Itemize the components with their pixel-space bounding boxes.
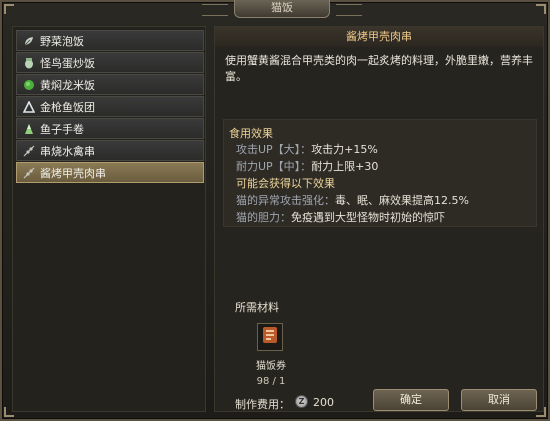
effect-key: 攻击UP【大】：: [236, 143, 312, 156]
ticket-icon: [261, 325, 279, 349]
effects-heading: 食用效果: [229, 127, 273, 140]
list-item-waterfowl-skewer[interactable]: 串烧水禽串: [16, 140, 204, 161]
detail-panel: 酱烤甲壳肉串 使用蟹黄酱混合甲壳类的肉一起炙烤的料理，外脆里嫩，营养丰富。 食用…: [214, 26, 544, 412]
list-item-wild-vegetable-rice[interactable]: 野菜泡饭: [16, 30, 204, 51]
effect-key: 耐力UP【中】：: [236, 160, 312, 173]
detail-description: 使用蟹黄酱混合甲壳类的肉一起炙烤的料理，外脆里嫩，营养丰富。: [225, 54, 533, 83]
list-item-label: 金枪鱼饭团: [40, 100, 95, 114]
cancel-button[interactable]: 取消: [461, 389, 537, 411]
zenny-coin-icon: Z: [295, 395, 308, 408]
list-item-braised-rice[interactable]: 黄焖龙米饭: [16, 74, 204, 95]
list-item-label: 鱼子手卷: [40, 122, 84, 136]
possible-effect-line: 猫的异常攻击强化：毒、眠、麻效果提高12.5%: [236, 192, 469, 208]
effect-value: 耐力上限+30: [311, 160, 379, 173]
material-slot[interactable]: [257, 323, 283, 351]
list-item-egg-fried-rice[interactable]: 怪鸟蛋炒饭: [16, 52, 204, 73]
frame-corner: [4, 4, 14, 14]
effect-value: 免疫遇到大型怪物时初始的惊吓: [291, 211, 445, 224]
hand-roll-icon: [22, 122, 36, 136]
list-item-roe-hand-roll[interactable]: 鱼子手卷: [16, 118, 204, 139]
window-title: 猫饭: [234, 0, 330, 18]
skewer-icon: [22, 144, 36, 158]
possible-effect-line: 猫的胆力：免疫遇到大型怪物时初始的惊吓: [236, 209, 445, 225]
food-list: 野菜泡饭 怪鸟蛋炒饭 黄焖龙米饭 金枪鱼饭团 鱼子手卷 串烧水禽串 酱烤甲壳肉串: [12, 26, 206, 412]
possible-effects-heading: 可能会获得以下效果: [236, 177, 335, 190]
materials-heading: 所需材料: [235, 301, 279, 314]
list-item-label: 串烧水禽串: [40, 144, 95, 158]
list-item-label: 酱烤甲壳肉串: [40, 166, 106, 180]
rice-ball-icon: [22, 78, 36, 92]
list-item-label: 怪鸟蛋炒饭: [40, 56, 95, 70]
material-name: 猫饭券: [256, 361, 286, 372]
title-ornament-right: [336, 4, 362, 16]
material-count: 98 / 1: [256, 376, 286, 387]
effect-line: 攻击UP【大】：攻击力+15%: [236, 141, 378, 157]
list-item-tuna-rice-ball[interactable]: 金枪鱼饭团: [16, 96, 204, 117]
effect-line: 耐力UP【中】：耐力上限+30: [236, 158, 378, 174]
effect-value: 攻击力+15%: [311, 143, 378, 156]
effect-key: 猫的胆力：: [236, 211, 291, 224]
leaf-icon: [22, 34, 36, 48]
confirm-button[interactable]: 确定: [373, 389, 449, 411]
title-ornament-left: [202, 4, 228, 16]
frame-corner: [536, 4, 546, 14]
effect-key: 猫的异常攻击强化：: [236, 194, 335, 207]
onigiri-icon: [22, 100, 36, 114]
list-item-crab-meat-skewer[interactable]: 酱烤甲壳肉串: [16, 162, 204, 183]
effect-value: 毒、眠、麻效果提高12.5%: [335, 194, 469, 207]
detail-title: 酱烤甲壳肉串: [215, 27, 543, 47]
cost-value: 200: [313, 396, 334, 409]
egg-icon: [22, 56, 36, 70]
list-item-label: 黄焖龙米饭: [40, 78, 95, 92]
dialog-window: 猫饭 野菜泡饭 怪鸟蛋炒饭 黄焖龙米饭 金枪鱼饭团 鱼子手卷 串烧水禽串 酱烤甲…: [0, 0, 550, 421]
effects-box: 食用效果 攻击UP【大】：攻击力+15% 耐力UP【中】：耐力上限+30 可能会…: [223, 119, 537, 227]
cost-label: 制作费用：: [235, 398, 290, 411]
skewer-icon: [22, 166, 36, 180]
list-item-label: 野菜泡饭: [40, 34, 84, 48]
